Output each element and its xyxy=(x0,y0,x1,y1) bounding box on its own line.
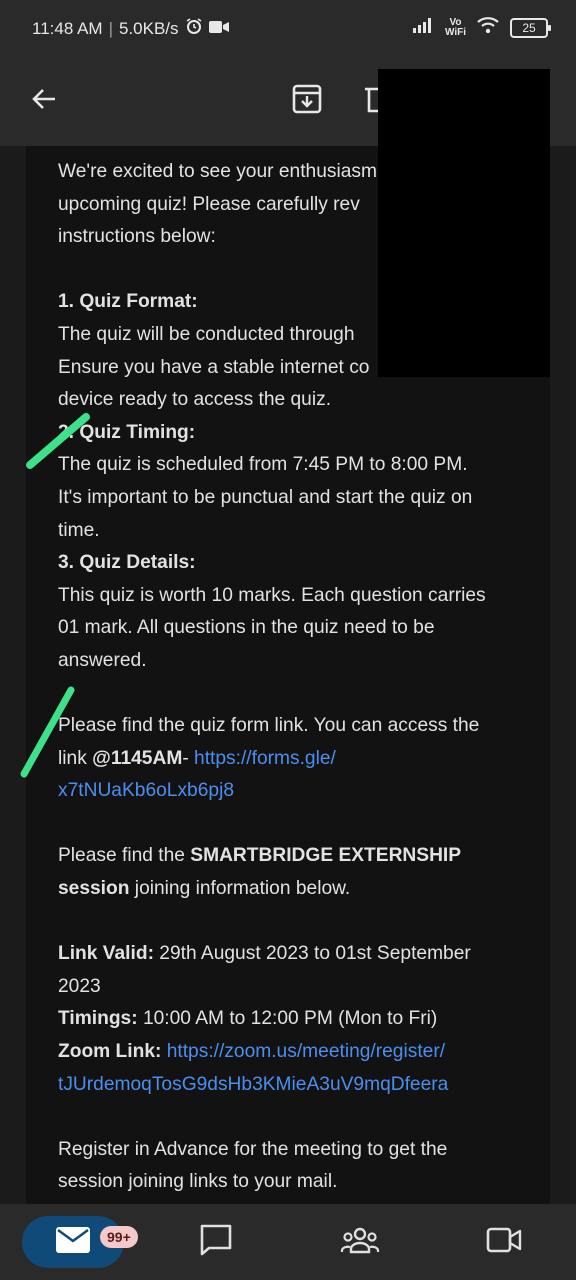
quiz-format-line-3: device ready to access the quiz. xyxy=(58,389,332,411)
form-line-2: link @1145AM- https://forms.gle/ xyxy=(58,743,528,776)
archive-icon xyxy=(291,83,323,120)
sb-bold-1: SMARTBRIDGE EXTERNSHIP xyxy=(190,845,462,867)
link-valid-value-2: 2023 xyxy=(58,975,101,997)
arrow-left-icon xyxy=(30,85,58,118)
form-line-1: Please find the quiz form link. You can … xyxy=(58,715,480,737)
video-recording-icon xyxy=(208,19,229,39)
smartbridge-line-1: Please find the SMARTBRIDGE EXTERNSHIP xyxy=(58,840,528,873)
link-valid-label: Link Valid: xyxy=(58,943,154,965)
link-valid-line: Link Valid: 29th August 2023 to 01st Sep… xyxy=(58,938,528,971)
link-valid-value: 29th August 2023 to 01st September xyxy=(153,943,471,965)
form-dash: - xyxy=(182,747,195,769)
zoom-line: Zoom Link: https://zoom.us/meeting/regis… xyxy=(58,1036,528,1069)
quiz-timing-line-1: The quiz is scheduled from 7:45 PM to 8:… xyxy=(58,454,468,476)
nav-spaces[interactable] xyxy=(334,1216,386,1268)
vowifi-bottom: WiFi xyxy=(444,26,466,38)
vowifi-indicator: Vo WiFi xyxy=(444,17,466,38)
nav-chat[interactable] xyxy=(190,1216,242,1268)
quiz-form-link-cont[interactable]: x7tNUaKb6oLxb6pj8 xyxy=(58,780,234,801)
wifi-icon xyxy=(476,16,500,39)
bottom-navigation: 99+ xyxy=(0,1204,576,1280)
zoom-link-cont[interactable]: tJUrdemoqTosG9dsHb3KMieA3uV9mqDfeera xyxy=(58,1074,448,1095)
highlight-stroke-1 xyxy=(26,413,90,469)
quiz-timing-line-2: It's important to be punctual and start … xyxy=(58,486,473,508)
timings-value: 10:00 AM to 12:00 PM (Mon to Fri) xyxy=(137,1008,438,1030)
quiz-form-link[interactable]: https://forms.gle/ xyxy=(194,748,336,769)
nav-meet[interactable] xyxy=(478,1216,530,1268)
sb-pre: Please find the xyxy=(58,845,191,867)
sb-bold-2: session xyxy=(58,878,130,900)
archive-button[interactable] xyxy=(282,76,332,126)
quiz-details-line-2: 01 mark. All questions in the quiz need … xyxy=(58,617,435,639)
status-divider: | xyxy=(108,18,113,38)
smartbridge-line-2: session joining information below. xyxy=(58,873,528,906)
back-button[interactable] xyxy=(19,76,69,126)
form-time: @1145AM xyxy=(92,747,183,769)
timings-line: Timings: 10:00 AM to 12:00 PM (Mon to Fr… xyxy=(58,1003,528,1036)
battery-indicator: 25 xyxy=(510,17,551,38)
mail-icon xyxy=(56,1226,90,1258)
register-line-2: session joining links to your mail. xyxy=(58,1171,338,1193)
status-bar: 11:48 AM | 5.0KB/s Vo WiFi 25 xyxy=(0,0,576,56)
quiz-details-title: 3. Quiz Details: xyxy=(58,552,196,574)
people-icon xyxy=(340,1226,380,1259)
intro-line-3: instructions below: xyxy=(58,226,216,248)
redaction-box xyxy=(378,69,550,377)
nav-mail[interactable]: 99+ xyxy=(22,1216,138,1268)
status-time: 11:48 AM xyxy=(32,18,103,38)
status-speed: 5.0KB/s xyxy=(119,18,179,38)
mail-badge: 99+ xyxy=(100,1226,138,1248)
intro-line-2: upcoming quiz! Please carefully rev xyxy=(58,193,360,215)
video-icon xyxy=(486,1227,522,1258)
timings-label: Timings: xyxy=(58,1008,138,1030)
quiz-details-line-1: This quiz is worth 10 marks. Each questi… xyxy=(58,584,486,606)
quiz-timing-line-3: time. xyxy=(58,519,100,541)
chat-icon xyxy=(199,1223,233,1262)
sb-post: joining information below. xyxy=(129,878,351,900)
alarm-icon xyxy=(185,17,203,40)
intro-line-1: We're excited to see your enthusiasm xyxy=(58,161,377,182)
quiz-details-line-3: answered. xyxy=(58,649,147,671)
status-left: 11:48 AM | 5.0KB/s xyxy=(32,17,229,40)
highlight-stroke-2 xyxy=(20,686,75,778)
zoom-link[interactable]: https://zoom.us/meeting/register/ xyxy=(161,1041,445,1062)
signal-icon xyxy=(412,17,435,38)
status-right: Vo WiFi 25 xyxy=(412,16,551,39)
register-line-1: Register in Advance for the meeting to g… xyxy=(58,1138,448,1160)
quiz-timing-title: 2. Quiz Timing: xyxy=(58,421,196,443)
zoom-label: Zoom Link: xyxy=(58,1041,162,1063)
